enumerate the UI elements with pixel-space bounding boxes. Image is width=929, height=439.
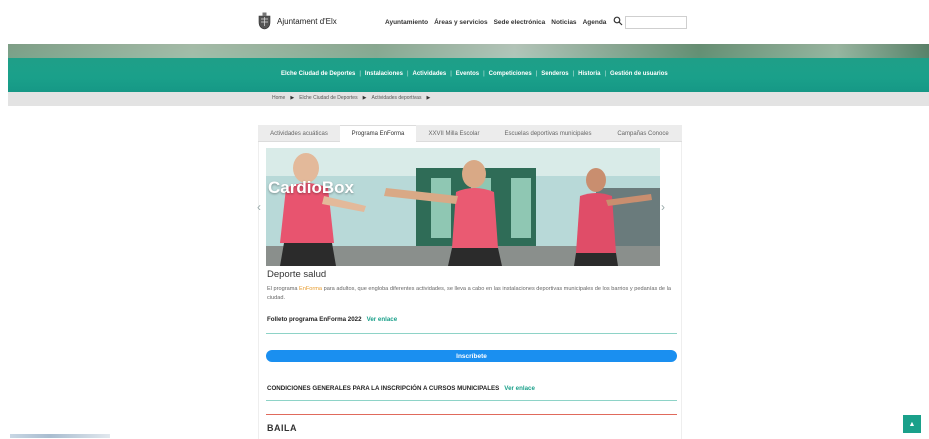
desc-text-before: El programa (267, 286, 300, 292)
section-description: El programa EnForma para adultos, que en… (267, 285, 677, 303)
chevron-right-icon[interactable]: › (661, 200, 665, 214)
bottom-scroll-strip (10, 434, 110, 438)
site-header: Ajuntament d'Elx Ayuntamiento Áreas y se… (0, 0, 929, 44)
top-nav-agenda[interactable]: Agenda (583, 19, 607, 26)
conditions-row: CONDICIONES GENERALES PARA LA INSCRIPCIÓ… (267, 385, 535, 392)
section-nav-elche[interactable]: Elche Ciudad de Deportes (281, 71, 355, 77)
brand-name: Ajuntament d'Elx (277, 16, 337, 26)
breadcrumb-elche[interactable]: Elche Ciudad de Deportes (299, 95, 357, 101)
divider (266, 400, 677, 401)
section-nav-gestion[interactable]: Gestión de usuarios (610, 71, 668, 77)
top-nav: Ayuntamiento Áreas y servicios Sede elec… (385, 19, 606, 26)
breadcrumb-arrow-icon: ▶ (362, 95, 367, 101)
site-logo[interactable]: Ajuntament d'Elx (258, 12, 337, 30)
banner-photo-strip (8, 44, 929, 58)
tab-programa-enforma[interactable]: Programa EnForma (340, 125, 416, 142)
search-input[interactable] (625, 16, 687, 29)
nav-separator: | (450, 71, 452, 77)
crest-icon (258, 12, 271, 30)
folleto-row: Folleto programa EnForma 2022 Ver enlace (267, 316, 397, 323)
tab-escuelas-deportivas[interactable]: Escuelas deportivas municipales (492, 125, 604, 142)
divider (266, 333, 677, 334)
desc-enforma-highlight: EnForma (299, 286, 323, 292)
tab-campanas-conoce[interactable]: Campañas Conoce (604, 125, 682, 142)
chevron-up-icon[interactable]: ▲ (903, 415, 921, 433)
section-divider (266, 414, 677, 415)
breadcrumb-actividades[interactable]: Actividades deportivas (371, 95, 421, 101)
section-nav-competiciones[interactable]: Competiciones (489, 71, 532, 77)
top-nav-areas[interactable]: Áreas y servicios (434, 19, 487, 26)
nav-separator: | (572, 71, 575, 77)
nav-separator: | (359, 71, 361, 77)
tab-actividades-acuaticas[interactable]: Actividades acuáticas (258, 125, 340, 142)
top-nav-noticias[interactable]: Noticias (551, 19, 576, 26)
section-nav-historia[interactable]: Historia (578, 71, 600, 77)
baila-heading: BAILA (267, 423, 297, 433)
breadcrumb-bar (8, 92, 929, 106)
section-nav-instalaciones[interactable]: Instalaciones (365, 71, 403, 77)
top-nav-ayuntamiento[interactable]: Ayuntamiento (385, 19, 428, 26)
chevron-left-icon[interactable]: ‹ (257, 200, 261, 214)
breadcrumb-arrow-icon: ▶ (426, 95, 431, 101)
breadcrumb: Home ▶ Elche Ciudad de Deportes ▶ Activi… (272, 95, 430, 101)
folleto-label: Folleto programa EnForma 2022 (267, 316, 362, 323)
top-nav-sede[interactable]: Sede electrónica (494, 19, 546, 26)
slide-title: CardioBox (268, 178, 354, 197)
section-nav-senderos[interactable]: Senderos (541, 71, 568, 77)
conditions-link[interactable]: Ver enlace (504, 385, 535, 392)
section-nav-actividades[interactable]: Actividades (413, 71, 447, 77)
folleto-link[interactable]: Ver enlace (367, 316, 398, 323)
nav-separator: | (483, 71, 485, 77)
tab-bar: Actividades acuáticas Programa EnForma X… (258, 125, 682, 142)
conditions-label: CONDICIONES GENERALES PARA LA INSCRIPCIÓ… (267, 385, 500, 392)
breadcrumb-arrow-icon: ▶ (290, 95, 295, 101)
nav-separator: | (604, 71, 607, 77)
nav-separator: | (406, 71, 409, 77)
tab-milla-escolar[interactable]: XXVII Milla Escolar (416, 125, 492, 142)
section-nav: Elche Ciudad de Deportes | Instalaciones… (281, 71, 668, 77)
page: Ajuntament d'Elx Ayuntamiento Áreas y se… (0, 0, 929, 439)
section-title: Deporte salud (267, 269, 327, 280)
search-icon[interactable] (613, 16, 623, 26)
cardiobox-photo (266, 148, 660, 266)
desc-text-after: para adultos, que engloba diferentes act… (267, 286, 671, 301)
breadcrumb-home[interactable]: Home (272, 95, 285, 101)
section-nav-eventos[interactable]: Eventos (456, 71, 479, 77)
inscribete-button[interactable]: Inscríbete (266, 350, 677, 362)
nav-separator: | (535, 71, 538, 77)
